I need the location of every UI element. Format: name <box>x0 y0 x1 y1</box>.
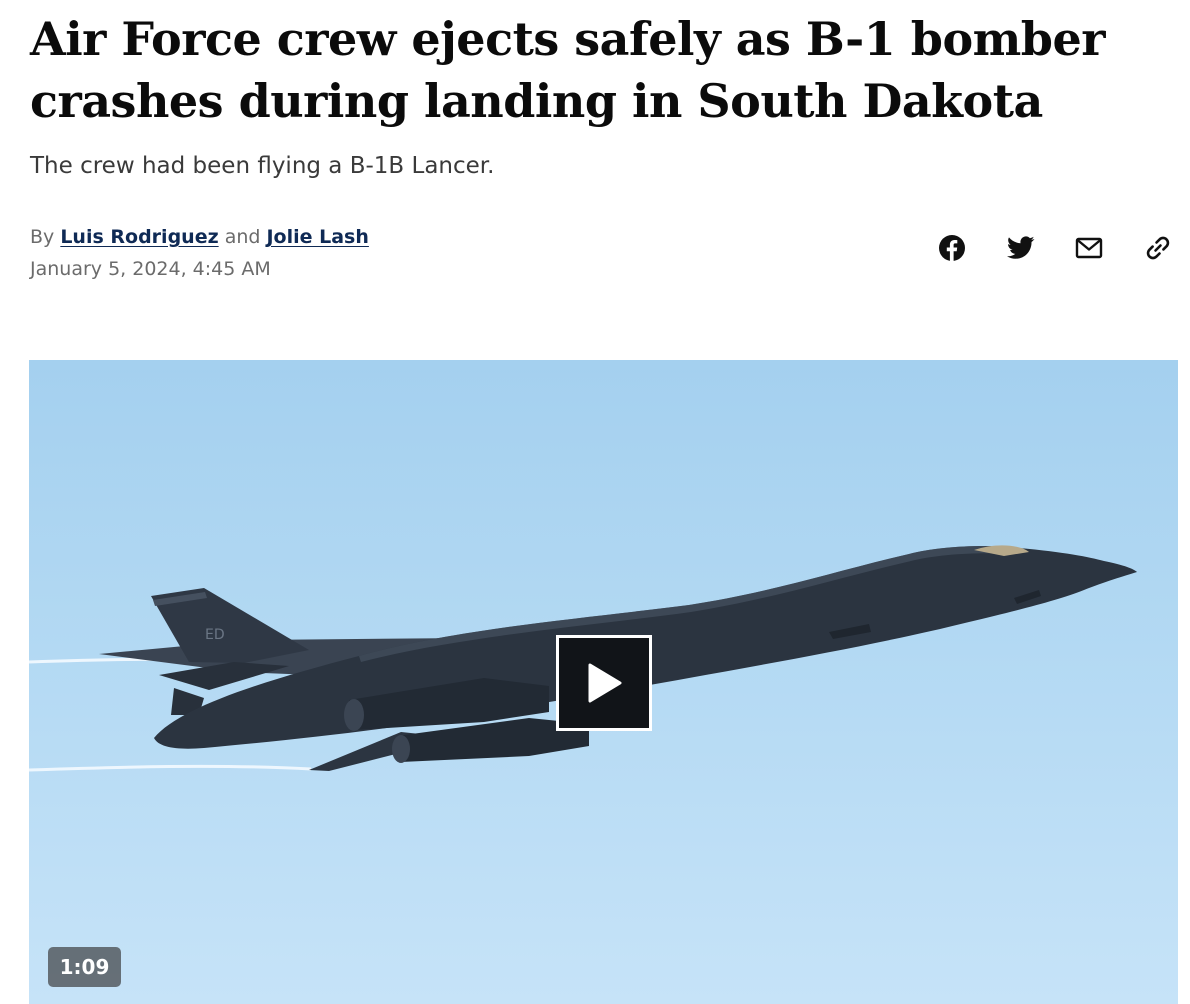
publish-date: January 5, 2024, 4:45 AM <box>30 258 271 280</box>
svg-text:ED: ED <box>205 627 225 643</box>
byline-prefix: By <box>30 226 55 248</box>
article-headline: Air Force crew ejects safely as B-1 bomb… <box>30 12 1105 128</box>
video-player[interactable]: ED 1:09 <box>29 360 1178 1004</box>
byline-conjunction: and <box>224 226 261 248</box>
twitter-icon <box>1006 236 1035 259</box>
twitter-share-button[interactable] <box>999 230 1043 266</box>
byline: By Luis Rodriguez and Jolie Lash <box>30 224 369 250</box>
facebook-share-button[interactable] <box>930 230 974 266</box>
facebook-icon <box>939 235 965 261</box>
share-bar <box>930 230 1180 266</box>
play-button[interactable] <box>556 635 652 731</box>
email-icon <box>1076 237 1103 259</box>
link-icon <box>1146 236 1170 260</box>
play-icon <box>588 663 622 703</box>
copy-link-button[interactable] <box>1136 230 1180 266</box>
article-dek: The crew had been flying a B-1B Lancer. <box>30 153 495 179</box>
author-link-luis-rodriguez[interactable]: Luis Rodriguez <box>60 226 218 248</box>
video-duration-badge: 1:09 <box>48 947 121 987</box>
email-share-button[interactable] <box>1067 230 1111 266</box>
author-link-jolie-lash[interactable]: Jolie Lash <box>266 226 368 248</box>
